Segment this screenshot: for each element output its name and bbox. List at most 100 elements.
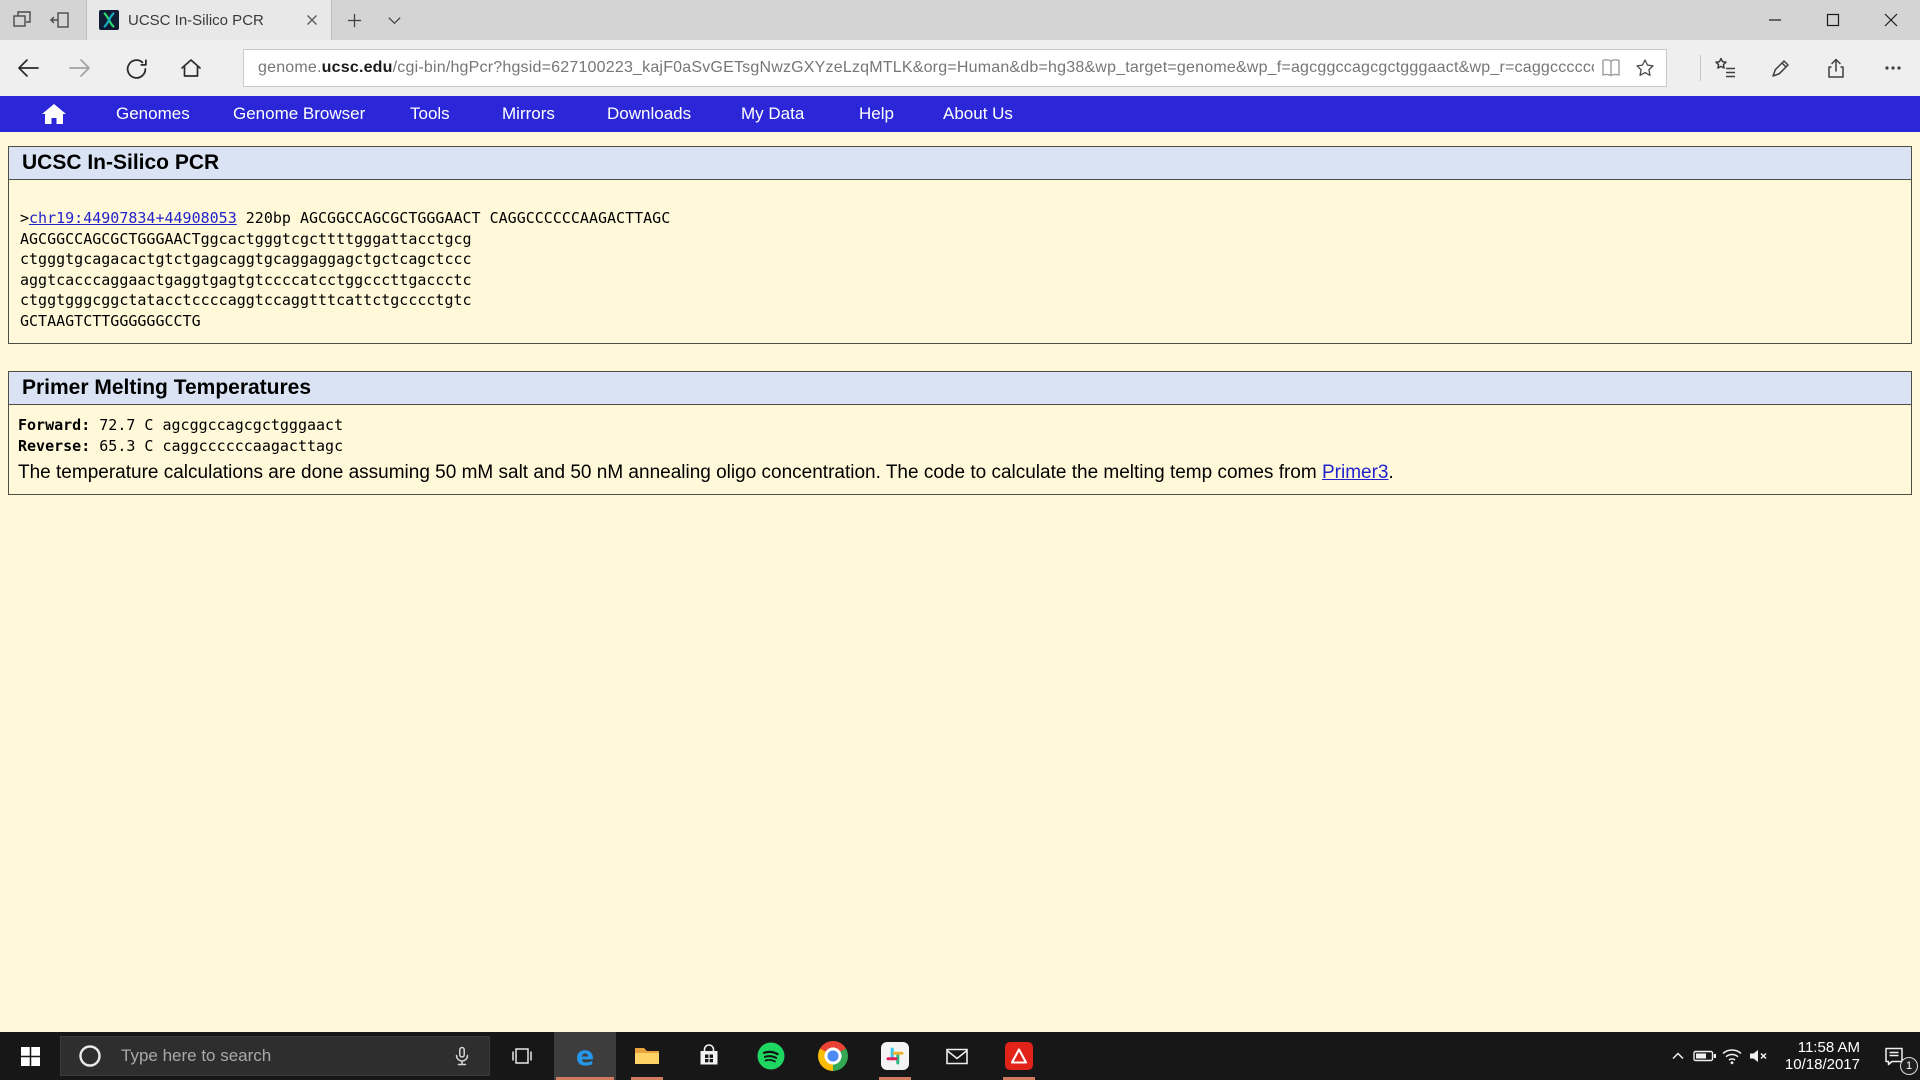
maximize-button[interactable]	[1804, 0, 1862, 40]
windows-taskbar: Type here to search e	[0, 1032, 1920, 1080]
nav-item-help[interactable]: Help	[859, 104, 894, 124]
tab-list-dropdown-button[interactable]	[376, 0, 412, 40]
home-icon	[42, 104, 66, 124]
home-icon	[178, 55, 204, 81]
reading-view-button[interactable]	[1594, 50, 1628, 86]
back-arrow-icon	[15, 55, 41, 81]
add-favorite-button[interactable]	[1628, 50, 1662, 86]
acrobat-icon	[1005, 1042, 1033, 1070]
sequence-line: aggtcacccaggaactgaggtgagtgtccccatcctggcc…	[20, 270, 1911, 291]
clock-time: 11:58 AM	[1785, 1039, 1860, 1056]
star-icon	[1634, 57, 1656, 79]
ucsc-favicon	[99, 10, 119, 30]
taskbar-app-store[interactable]	[678, 1032, 740, 1080]
file-explorer-icon	[632, 1041, 662, 1071]
tab-title: UCSC In-Silico PCR	[128, 12, 292, 29]
browser-tab-active[interactable]: UCSC In-Silico PCR	[86, 0, 332, 40]
taskbar-app-mail[interactable]	[926, 1032, 988, 1080]
chromosome-position-link[interactable]: chr19:44907834+44908053	[29, 209, 237, 227]
share-icon	[1824, 56, 1848, 80]
pcr-results-section: UCSC In-Silico PCR >chr19:44907834+44908…	[8, 146, 1912, 344]
browser-tab-bar: UCSC In-Silico PCR	[0, 0, 1920, 40]
more-options-button[interactable]	[1870, 48, 1916, 88]
refresh-button[interactable]	[116, 48, 156, 88]
action-center-button[interactable]: 1	[1868, 1032, 1920, 1080]
wifi-status-button[interactable]	[1719, 1032, 1746, 1080]
taskbar-app-file-explorer[interactable]	[616, 1032, 678, 1080]
volume-muted-icon	[1748, 1047, 1770, 1065]
refresh-icon	[124, 56, 149, 81]
sequence-line: ctggtgggcggctatacctccccaggtccaggtttcattc…	[20, 290, 1911, 311]
tab-close-button[interactable]	[301, 9, 323, 31]
notification-badge: 1	[1900, 1057, 1918, 1075]
pen-icon	[1769, 56, 1793, 80]
ucsc-nav-bar: Genomes Genome Browser Tools Mirrors Dow…	[0, 96, 1920, 132]
nav-item-downloads[interactable]: Downloads	[607, 104, 691, 124]
url-domain: ucsc.edu	[322, 59, 393, 76]
close-window-button[interactable]	[1862, 0, 1920, 40]
taskbar-search-input[interactable]: Type here to search	[60, 1036, 490, 1076]
ellipsis-icon	[1883, 58, 1903, 78]
url-path: /cgi-bin/hgPcr?hgsid=627100223_kajF0aSvG…	[393, 59, 1594, 76]
primer3-link[interactable]: Primer3	[1322, 462, 1389, 483]
reverse-value: 65.3 C caggccccccaagacttagc	[90, 437, 343, 455]
sequence-line: ctgggtgcagacactgtctgagcaggtgcaggaggagctg…	[20, 249, 1911, 270]
sequence-line: AGCGGCCAGCGCTGGGAACTggcactgggtcgcttttggg…	[20, 229, 1911, 250]
reverse-primer-row: Reverse: 65.3 C caggccccccaagacttagc	[18, 436, 1911, 457]
hub-favorites-button[interactable]	[1703, 48, 1749, 88]
browser-address-bar: genome.ucsc.edu/cgi-bin/hgPcr?hgsid=6271…	[0, 40, 1920, 96]
volume-muted-button[interactable]	[1746, 1032, 1773, 1080]
url-text: genome.ucsc.edu/cgi-bin/hgPcr?hgsid=6271…	[258, 59, 1594, 77]
system-tray: 11:58 AM 10/18/2017 1	[1665, 1032, 1920, 1080]
nav-item-tools[interactable]: Tools	[410, 104, 450, 124]
taskbar-app-spotify[interactable]	[740, 1032, 802, 1080]
battery-status-button[interactable]	[1692, 1032, 1719, 1080]
taskbar-app-slack[interactable]	[864, 1032, 926, 1080]
note-period: .	[1389, 462, 1394, 483]
taskbar-app-edge[interactable]: e	[554, 1032, 616, 1080]
spotify-icon	[756, 1041, 786, 1071]
temperature-note: The temperature calculations are done as…	[18, 461, 1911, 485]
taskbar-app-acrobat[interactable]	[988, 1032, 1050, 1080]
toolbar-divider	[1700, 55, 1701, 81]
tray-chevron-button[interactable]	[1665, 1032, 1692, 1080]
task-view-button[interactable]	[490, 1032, 554, 1080]
nav-item-genome-browser[interactable]: Genome Browser	[233, 104, 365, 124]
url-subdomain: genome.	[258, 59, 322, 76]
nav-item-about-us[interactable]: About Us	[943, 104, 1013, 124]
set-tabs-aside-icon	[49, 9, 71, 31]
melting-temperatures-section: Primer Melting Temperatures Forward: 72.…	[8, 371, 1912, 495]
page-content: UCSC In-Silico PCR >chr19:44907834+44908…	[0, 132, 1920, 1032]
reading-view-icon	[1599, 56, 1623, 80]
pcr-result-meta: 220bp AGCGGCCAGCGCTGGGAACT CAGGCCCCCCAAG…	[237, 209, 670, 227]
forward-value: 72.7 C agcggccagcgctgggaact	[90, 416, 343, 434]
chevron-down-icon	[387, 13, 402, 28]
url-input[interactable]: genome.ucsc.edu/cgi-bin/hgPcr?hgsid=6271…	[243, 49, 1667, 87]
window-controls	[1746, 0, 1920, 40]
pcr-sequence-block: >chr19:44907834+44908053 220bp AGCGGCCAG…	[9, 180, 1911, 343]
fasta-prefix: >	[20, 209, 29, 227]
new-tab-button[interactable]	[336, 0, 372, 40]
microphone-icon[interactable]	[451, 1045, 473, 1067]
nav-item-genomes[interactable]: Genomes	[116, 104, 190, 124]
tm-content: Forward: 72.7 C agcggccagcgctgggaact Rev…	[9, 405, 1911, 494]
tabs-preview-button[interactable]	[4, 0, 40, 40]
chevron-up-icon	[1669, 1047, 1687, 1065]
tabs-preview-icon	[11, 9, 33, 31]
wifi-icon	[1721, 1047, 1743, 1065]
set-tabs-aside-button[interactable]	[42, 0, 78, 40]
minimize-icon	[1768, 13, 1782, 27]
web-note-button[interactable]	[1758, 48, 1804, 88]
microsoft-store-icon	[695, 1042, 723, 1070]
nav-item-my-data[interactable]: My Data	[741, 104, 804, 124]
taskbar-clock[interactable]: 11:58 AM 10/18/2017	[1785, 1039, 1860, 1073]
nav-home-button[interactable]	[42, 104, 66, 124]
nav-item-mirrors[interactable]: Mirrors	[502, 104, 555, 124]
taskbar-app-chrome[interactable]	[802, 1032, 864, 1080]
start-button[interactable]	[0, 1032, 60, 1080]
share-button[interactable]	[1813, 48, 1859, 88]
forward-button[interactable]	[60, 48, 100, 88]
minimize-button[interactable]	[1746, 0, 1804, 40]
back-button[interactable]	[8, 48, 48, 88]
home-button[interactable]	[171, 48, 211, 88]
